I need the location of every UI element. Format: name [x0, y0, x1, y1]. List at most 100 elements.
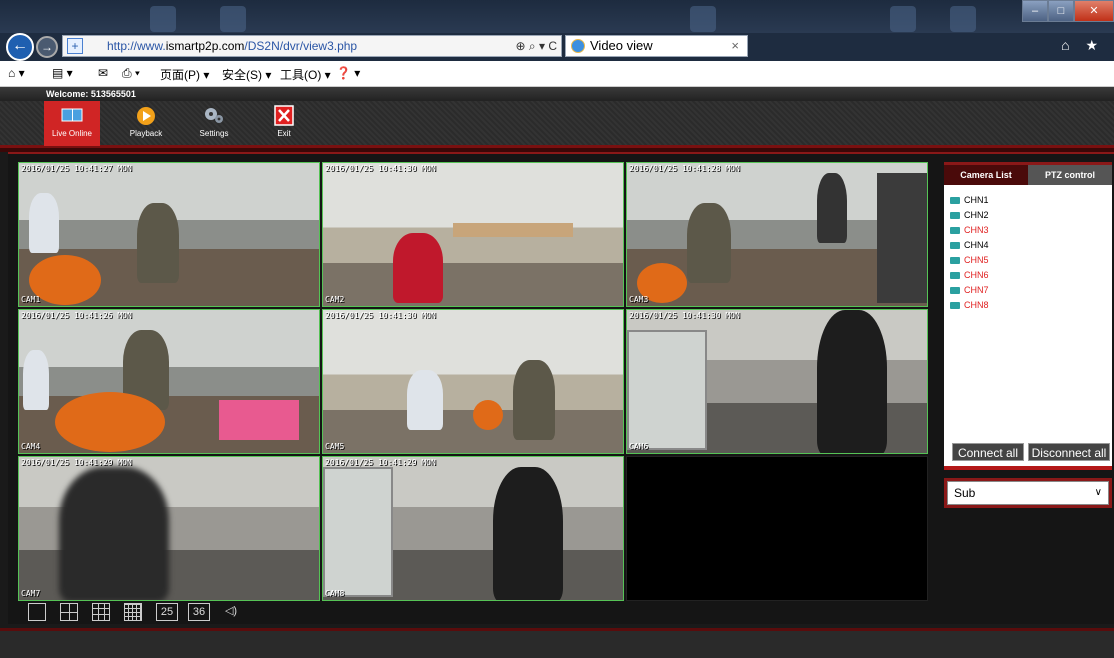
tab-camera-list[interactable]: Camera List [944, 165, 1028, 185]
tab-ptz-control[interactable]: PTZ control [1028, 165, 1112, 185]
minimize-button[interactable]: – [1022, 0, 1048, 22]
layout-16-button[interactable] [124, 603, 142, 621]
playback-button[interactable]: Playback [118, 101, 174, 146]
cell-channel-label: CAM1 [21, 295, 41, 304]
site-icon: + [67, 38, 83, 54]
tab-close-icon[interactable]: × [731, 36, 739, 56]
bag-shape [219, 400, 299, 440]
url-path: /DS2N/dvr/view3.php [244, 39, 358, 53]
mail-icon[interactable]: ✉ [98, 66, 108, 80]
cell-channel-label: CAM2 [325, 295, 345, 304]
print-menu-icon[interactable]: ⎙ ▾ [122, 66, 140, 81]
person-figure [59, 467, 169, 600]
video-grid: 2016/01/25 10:41:27 MON CAM1 2016/01/25 … [18, 162, 928, 602]
menu-help[interactable]: ❓ ▾ [336, 66, 360, 80]
blurred-icon [220, 6, 246, 32]
camera-icon [950, 272, 960, 279]
cell-channel-label: CAM3 [629, 295, 649, 304]
channel-item[interactable]: CHN7 [950, 283, 989, 298]
address-bar[interactable]: + http://www.ismartp2p.com/DS2N/dvr/view… [62, 35, 562, 57]
close-window-button[interactable]: ✕ [1074, 0, 1114, 22]
layout-9-button[interactable] [92, 603, 110, 621]
gears-icon [205, 108, 223, 123]
layout-1-button[interactable] [28, 603, 46, 621]
back-button[interactable]: ← [6, 33, 34, 61]
camera-icon [950, 242, 960, 249]
stream-select-value: Sub [954, 486, 976, 500]
maximize-button[interactable]: □ [1048, 0, 1074, 22]
cell-timestamp: 2016/01/25 10:41:30 MON [325, 311, 436, 320]
browser-title-bar: – □ ✕ [0, 0, 1114, 33]
play-icon [137, 107, 155, 125]
camera-icon [950, 302, 960, 309]
cabinet-shape [627, 330, 707, 450]
stream-type-select[interactable]: Sub ∨ [947, 481, 1109, 505]
channel-label: CHN2 [964, 210, 989, 220]
video-cell-3[interactable]: 2016/01/25 10:41:28 MON CAM3 [626, 162, 928, 307]
menu-safety[interactable]: 安全(S) ▾ [222, 66, 271, 83]
person-figure [493, 467, 563, 600]
layout-36-button[interactable]: 36 [188, 603, 210, 621]
cell-channel-label: CAM5 [325, 442, 345, 451]
channel-label: CHN1 [964, 195, 989, 205]
cell-timestamp: 2016/01/25 10:41:27 MON [21, 164, 132, 173]
address-controls[interactable]: ⊕ ⌕ ▾ C [516, 36, 557, 56]
cell-timestamp: 2016/01/25 10:41:29 MON [21, 458, 132, 467]
layout-4-button[interactable] [60, 603, 78, 621]
chair-shape [55, 392, 165, 452]
video-cell-empty[interactable] [626, 456, 928, 601]
video-cell-8[interactable]: 2016/01/25 10:41:29 MON CAM8 [322, 456, 624, 601]
menu-page[interactable]: 页面(P) ▾ [160, 66, 209, 83]
cabinet-shape [877, 173, 927, 303]
connect-all-button[interactable]: Connect all [952, 443, 1024, 461]
layout-25-button[interactable]: 25 [156, 603, 178, 621]
live-online-button[interactable]: Live Online [44, 101, 100, 146]
channel-label: CHN7 [964, 285, 989, 295]
chair-shape [473, 400, 503, 430]
channel-item[interactable]: CHN2 [950, 208, 989, 223]
video-cell-6[interactable]: 2016/01/25 10:41:30 MON CAM6 [626, 309, 928, 454]
person-figure [393, 233, 443, 303]
blurred-icon [690, 6, 716, 32]
video-cell-7[interactable]: 2016/01/25 10:41:29 MON CAM7 [18, 456, 320, 601]
close-icon [274, 105, 294, 126]
desk-shape [453, 223, 573, 237]
feeds-menu-icon[interactable]: ▤ ▾ [52, 66, 73, 80]
menu-tools[interactable]: 工具(O) ▾ [280, 66, 331, 83]
camera-icon [950, 287, 960, 294]
forward-button[interactable]: → [36, 36, 58, 58]
video-cell-2[interactable]: 2016/01/25 10:41:30 MON CAM2 [322, 162, 624, 307]
browser-right-icons[interactable]: ⌂ ★ [1061, 37, 1104, 54]
url-domain: ismartp2p.com [165, 39, 245, 53]
app-toolbar: Live Online Playback Settings Exit [0, 101, 1114, 148]
cell-channel-label: CAM8 [325, 589, 345, 598]
channel-item[interactable]: CHN5 [950, 253, 989, 268]
settings-button[interactable]: Settings [186, 101, 242, 146]
video-cell-1[interactable]: 2016/01/25 10:41:27 MON CAM1 [18, 162, 320, 307]
tab-video-view[interactable]: Video view × [565, 35, 748, 57]
video-cell-4[interactable]: 2016/01/25 10:41:26 MON CAM4 [18, 309, 320, 454]
exit-button[interactable]: Exit [256, 101, 312, 146]
channel-item[interactable]: CHN3 [950, 223, 989, 238]
cell-timestamp: 2016/01/25 10:41:29 MON [325, 458, 436, 467]
cell-timestamp: 2016/01/25 10:41:30 MON [325, 164, 436, 173]
channel-item[interactable]: CHN4 [950, 238, 989, 253]
home-menu-icon[interactable]: ⌂ ▾ [8, 66, 25, 80]
channel-item[interactable]: CHN6 [950, 268, 989, 283]
blurred-icon [890, 6, 916, 32]
speaker-icon[interactable]: ◁) [220, 603, 242, 621]
video-cell-5[interactable]: 2016/01/25 10:41:30 MON CAM5 [322, 309, 624, 454]
app-footer [0, 628, 1114, 658]
window-controls: – □ ✕ [1022, 0, 1114, 24]
disconnect-all-button[interactable]: Disconnect all [1028, 443, 1110, 461]
welcome-text: Welcome: 513565501 [0, 87, 1114, 101]
camera-icon [950, 257, 960, 264]
channel-label: CHN4 [964, 240, 989, 250]
panel-tabs: Camera List PTZ control [944, 165, 1112, 185]
person-figure [137, 203, 179, 283]
person-figure [23, 350, 49, 410]
channel-item[interactable]: CHN1 [950, 193, 989, 208]
channel-item[interactable]: CHN8 [950, 298, 989, 313]
stream-select-frame: Sub ∨ [944, 478, 1112, 508]
channel-label: CHN6 [964, 270, 989, 280]
